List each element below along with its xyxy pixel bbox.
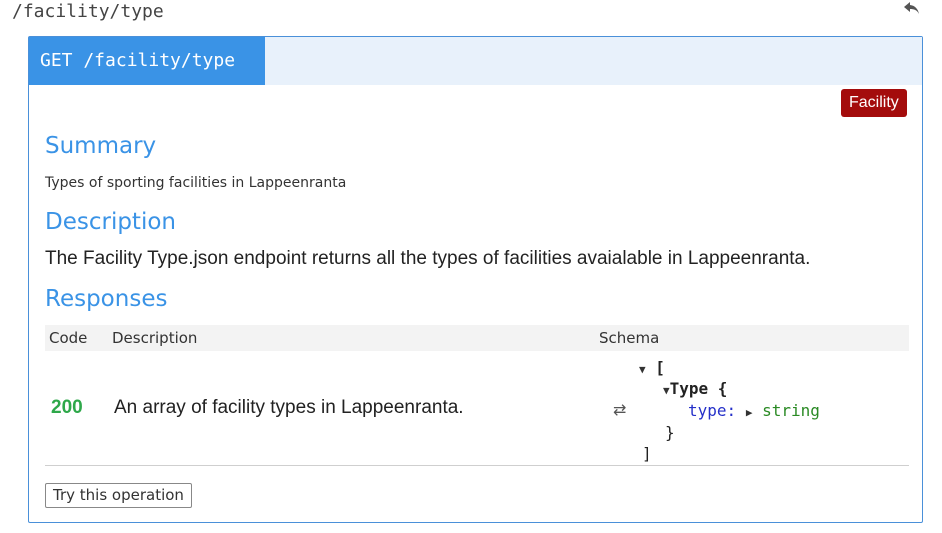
page-path-title: /facility/type — [12, 1, 164, 22]
summary-text: Types of sporting facilities in Lappeenr… — [45, 175, 347, 191]
schema-property-name: type: — [688, 401, 737, 420]
method-path-label[interactable]: GET /facility/type — [29, 37, 265, 85]
try-operation-button[interactable]: Try this operation — [45, 483, 192, 508]
operation-heading[interactable]: GET /facility/type — [29, 37, 922, 85]
operation-panel: GET /facility/type Facility Summary Type… — [28, 36, 923, 523]
summary-heading: Summary — [45, 133, 157, 159]
undo-arrow-icon[interactable] — [902, 0, 922, 18]
column-header-code: Code — [49, 329, 88, 347]
column-header-description: Description — [112, 329, 198, 347]
responses-table-header: Code Description Schema — [45, 325, 909, 351]
triangle-down-icon[interactable]: ▼ — [639, 363, 646, 376]
tag-badge[interactable]: Facility — [841, 89, 907, 117]
schema-close-brace: } — [665, 423, 675, 442]
schema-close-bracket: ] — [642, 444, 652, 463]
responses-heading: Responses — [45, 286, 168, 312]
response-description: An array of facility types in Lappeenran… — [114, 397, 464, 418]
schema-model-name: Type { — [669, 379, 728, 398]
response-code: 200 — [51, 397, 83, 418]
schema-open-bracket: [ — [655, 358, 665, 377]
description-heading: Description — [45, 209, 176, 235]
triangle-down-icon[interactable]: ▼ — [663, 384, 670, 397]
triangle-right-icon[interactable]: ▶ — [746, 406, 753, 419]
divider — [45, 465, 909, 466]
schema-property-type: string — [762, 401, 820, 420]
description-text: The Facility Type.json endpoint returns … — [45, 248, 811, 269]
swap-arrows-icon[interactable]: ⇄ — [613, 400, 626, 419]
column-header-schema: Schema — [599, 329, 660, 347]
